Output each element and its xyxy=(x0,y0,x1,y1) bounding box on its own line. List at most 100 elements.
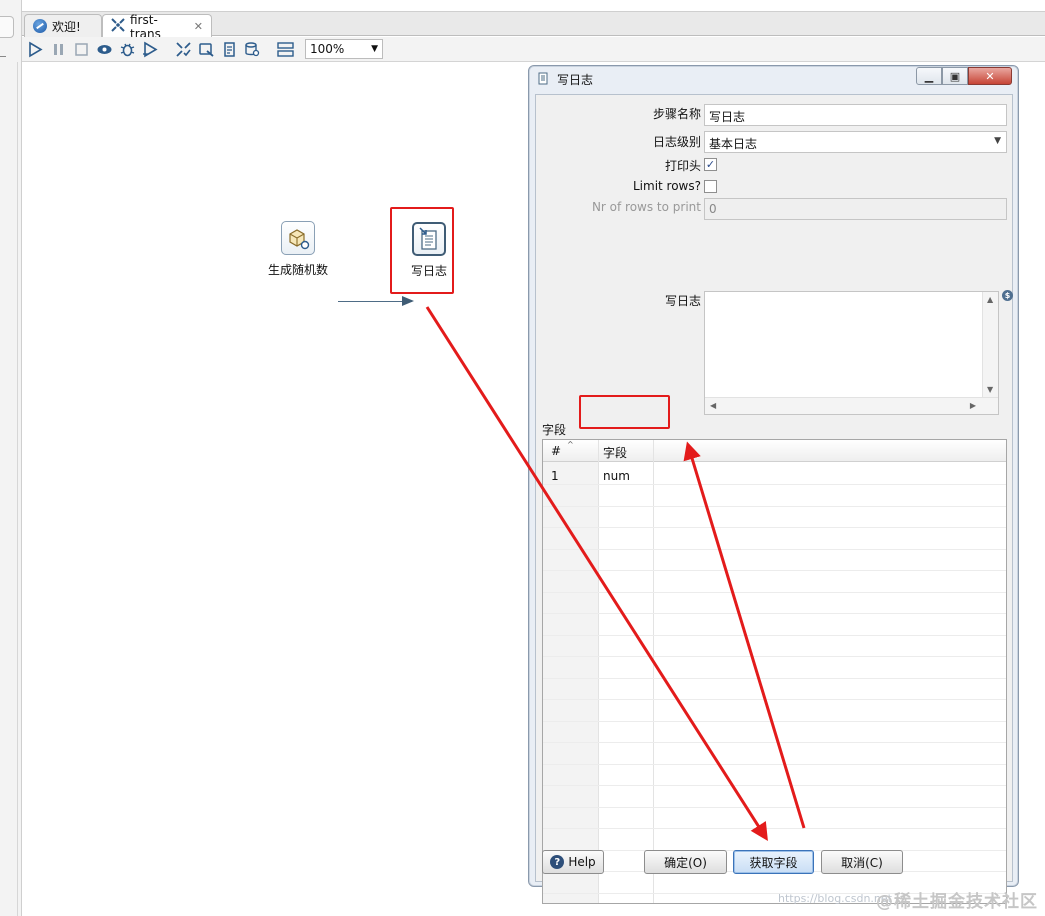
row-divider xyxy=(543,699,1006,700)
row-divider xyxy=(543,484,1006,485)
stop-button[interactable] xyxy=(72,40,91,59)
dialog-body: 步骤名称 写日志 日志级别 基本日志 ▼ 打印头 ✓ Limit rows? N… xyxy=(535,94,1013,904)
annotation-highlight-step xyxy=(390,207,454,294)
row-divider xyxy=(543,720,1006,722)
impact-button[interactable] xyxy=(197,40,216,59)
layout-icon xyxy=(277,41,294,57)
get-fields-button[interactable]: 获取字段 xyxy=(733,850,814,874)
cancel-button-label: 取消(C) xyxy=(841,855,883,870)
write-log-dialog: 写日志 ▁ ▣ ✕ 步骤名称 写日志 日志级别 基本日志 ▼ 打印头 ✓ Lim… xyxy=(528,65,1019,904)
row-divider xyxy=(543,785,1006,786)
log-message-label: 写日志 xyxy=(664,294,701,308)
step-random-generator[interactable]: 生成随机数 xyxy=(265,221,331,278)
help-icon: ? xyxy=(550,855,565,869)
cancel-button[interactable]: 取消(C) xyxy=(821,850,903,874)
chevron-down-icon: ▼ xyxy=(994,136,1001,146)
fields-section-label: 字段 xyxy=(542,423,567,437)
database-search-icon xyxy=(245,41,260,56)
replay-icon xyxy=(143,41,158,57)
vertical-scrollbar[interactable]: ▲ ▼ xyxy=(982,292,998,398)
replay-button[interactable] xyxy=(141,40,160,59)
annotation-highlight-field xyxy=(579,395,670,429)
hop-arrow[interactable] xyxy=(338,296,414,306)
step-label: 生成随机数 xyxy=(267,263,328,277)
show-results-button[interactable] xyxy=(276,40,295,59)
variable-icon[interactable]: $ xyxy=(1002,290,1013,301)
sql-button[interactable] xyxy=(220,40,239,59)
row-number-column xyxy=(543,462,598,903)
window-controls: ▁ ▣ ✕ xyxy=(916,67,1012,85)
nr-rows-input[interactable]: 0 xyxy=(704,198,1007,220)
limit-rows-checkbox[interactable] xyxy=(704,180,717,193)
panel-divider xyxy=(17,62,18,916)
tab-welcome[interactable]: 欢迎! xyxy=(24,14,102,37)
close-icon[interactable]: ✕ xyxy=(194,20,203,33)
row-divider xyxy=(543,548,1006,550)
row-divider xyxy=(543,634,1006,636)
field-name-cell[interactable]: num xyxy=(603,469,630,483)
sort-indicator-icon: ^ xyxy=(567,440,574,449)
row-divider xyxy=(543,613,1006,614)
scroll-up-icon[interactable]: ▲ xyxy=(987,295,993,304)
help-button[interactable]: ? Help xyxy=(542,850,604,874)
close-icon: ✕ xyxy=(985,69,995,83)
get-fields-button-label: 获取字段 xyxy=(749,855,798,870)
scroll-left-icon[interactable]: ◀ xyxy=(710,401,716,410)
debug-button[interactable] xyxy=(118,40,137,59)
close-button[interactable]: ✕ xyxy=(968,67,1012,85)
help-button-label: Help xyxy=(568,855,596,869)
step-name-input[interactable]: 写日志 xyxy=(704,104,1007,126)
minimize-button[interactable]: ▁ xyxy=(916,67,942,85)
transformation-icon xyxy=(111,18,125,35)
row-divider xyxy=(543,505,1006,507)
log-level-select[interactable]: 基本日志 ▼ xyxy=(704,131,1007,153)
log-level-value: 基本日志 xyxy=(709,137,758,151)
eye-icon xyxy=(97,44,112,54)
row-divider xyxy=(543,527,1006,528)
row-divider xyxy=(543,828,1006,829)
left-panel-edge xyxy=(0,0,22,916)
preview-button[interactable] xyxy=(95,40,114,59)
fields-table-header: # ^ 字段 xyxy=(543,440,1006,462)
column-divider xyxy=(598,440,599,903)
script-icon xyxy=(224,41,235,57)
row-divider xyxy=(543,591,1006,593)
row-divider xyxy=(543,570,1006,571)
nr-rows-label: Nr of rows to print xyxy=(591,200,701,214)
globe-icon xyxy=(33,19,47,33)
scroll-right-icon[interactable]: ▶ xyxy=(970,401,976,410)
verify-button[interactable] xyxy=(174,40,193,59)
row-divider xyxy=(543,656,1006,657)
maximize-button[interactable]: ▣ xyxy=(942,67,968,85)
print-header-checkbox[interactable]: ✓ xyxy=(704,158,717,171)
explore-db-button[interactable] xyxy=(243,40,262,59)
play-icon xyxy=(29,41,43,57)
tab-welcome-label: 欢迎! xyxy=(52,19,81,34)
verify-icon xyxy=(176,41,191,57)
watermark-brand: @稀土掘金技术社区 xyxy=(876,892,1038,912)
zoom-value: 100% xyxy=(310,42,345,56)
log-message-textarea[interactable]: ▲ ▼ ◀ ▶ xyxy=(704,291,999,415)
run-button[interactable] xyxy=(26,40,45,59)
horizontal-scrollbar[interactable]: ◀ ▶ xyxy=(705,397,998,414)
fields-table[interactable]: # ^ 字段 1 num xyxy=(542,439,1007,904)
transformation-toolbar: 100% ▼ xyxy=(22,37,1045,62)
panel-tab-stub[interactable] xyxy=(0,16,14,38)
row-divider xyxy=(543,806,1006,808)
watermark-url: https://blog.csdn.net xyxy=(778,892,892,905)
limit-rows-label: Limit rows? xyxy=(632,179,701,193)
scroll-down-icon[interactable]: ▼ xyxy=(987,385,993,394)
stop-icon xyxy=(75,42,88,56)
ok-button[interactable]: 确定(O) xyxy=(644,850,727,874)
zoom-select[interactable]: 100% ▼ xyxy=(305,39,383,59)
impact-icon xyxy=(199,42,214,57)
column-header-index[interactable]: # xyxy=(551,444,561,458)
tab-first-trans[interactable]: first-trans ✕ xyxy=(102,13,212,41)
minimize-icon: ▁ xyxy=(924,69,934,83)
row-divider xyxy=(543,677,1006,679)
print-header-label: 打印头 xyxy=(664,159,701,173)
pause-button[interactable] xyxy=(49,40,68,59)
random-generator-icon xyxy=(281,221,315,255)
row-divider xyxy=(543,742,1006,743)
column-header-field[interactable]: 字段 xyxy=(603,444,627,461)
